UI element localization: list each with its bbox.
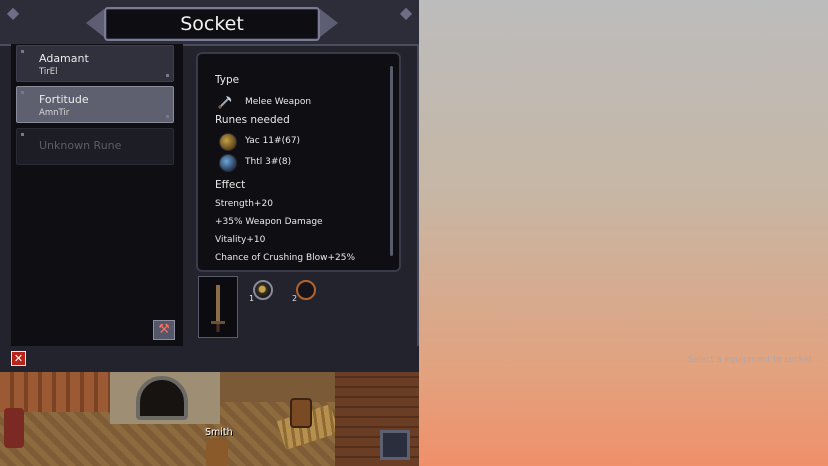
effect-line: Strength+20: [215, 199, 273, 209]
rune-code: TirEl: [39, 67, 58, 77]
socket-slot-filled[interactable]: [253, 280, 273, 300]
frame-dot: [21, 50, 24, 53]
window-title: Socket: [104, 7, 320, 41]
close-icon: ✕: [13, 352, 24, 365]
rune-item-fortitude[interactable]: Fortitude AmnTir: [16, 86, 174, 123]
rune-needed-yac: Yac 11#(67): [245, 136, 301, 146]
type-value: Melee Weapon: [245, 97, 312, 107]
effect-line: +35% Weapon Damage: [215, 217, 323, 227]
effect-heading: Effect: [215, 179, 246, 191]
smith-npc[interactable]: [206, 438, 228, 466]
rune-item-unknown[interactable]: Unknown Rune: [16, 128, 174, 165]
npc-name-label: Smith: [205, 427, 233, 438]
sword-icon: [211, 285, 225, 332]
hammer-icon: ⚒: [158, 322, 170, 337]
rune-code: AmnTir: [39, 108, 70, 118]
title-ornament-right-icon: [320, 9, 338, 37]
rune-name: Unknown Rune: [39, 139, 122, 152]
rune-name: Fortitude: [39, 93, 89, 106]
socket-panel: ◆ ◆ Socket Adamant TirEl Fortitude AmnTi…: [0, 0, 419, 372]
frame-dot: [166, 115, 169, 118]
rune-details-box: Type Melee Weapon Runes needed Yac 11#(6…: [196, 52, 401, 272]
rune-needed-thtl: Thtl 3#(8): [245, 157, 292, 167]
details-scrollbar[interactable]: [390, 66, 393, 256]
socket-number: 2: [292, 294, 298, 303]
melee-weapon-icon: [217, 96, 232, 110]
rune-list: Adamant TirEl Fortitude AmnTir Unknown R…: [11, 44, 183, 346]
npc-character[interactable]: [4, 408, 24, 448]
frame-dot: [21, 133, 24, 136]
panel-header: ◆ ◆ Socket: [0, 0, 419, 46]
effect-line: Chance of Crushing Blow+25%: [215, 253, 356, 263]
frame-dot: [21, 91, 24, 94]
type-heading: Type: [215, 74, 240, 86]
footer-hint: Select a equipment to socket: [687, 355, 812, 365]
thtl-rune-icon: [219, 154, 237, 172]
effect-line: Vitality+10: [215, 235, 266, 245]
game-world-scene: [0, 372, 419, 466]
roof-tiles: [0, 372, 120, 412]
runes-needed-heading: Runes needed: [215, 114, 290, 126]
socket-number: 1: [249, 294, 255, 303]
barrel: [290, 398, 312, 428]
rune-item-adamant[interactable]: Adamant TirEl: [16, 45, 174, 82]
equipment-slot[interactable]: [198, 276, 238, 338]
socket-craft-button[interactable]: ⚒: [153, 320, 175, 340]
corner-ornament-icon: ◆: [6, 3, 20, 22]
rune-name: Adamant: [39, 52, 89, 65]
close-button[interactable]: ✕: [11, 351, 26, 366]
panel-footer: [0, 346, 419, 372]
socket-slot-empty[interactable]: [296, 280, 316, 300]
house-window: [380, 430, 410, 460]
yac-rune-icon: [219, 133, 237, 151]
frame-dot: [166, 74, 169, 77]
corner-ornament-icon: ◆: [399, 3, 413, 22]
forge-furnace: [136, 376, 188, 420]
title-ornament-left-icon: [86, 9, 104, 37]
